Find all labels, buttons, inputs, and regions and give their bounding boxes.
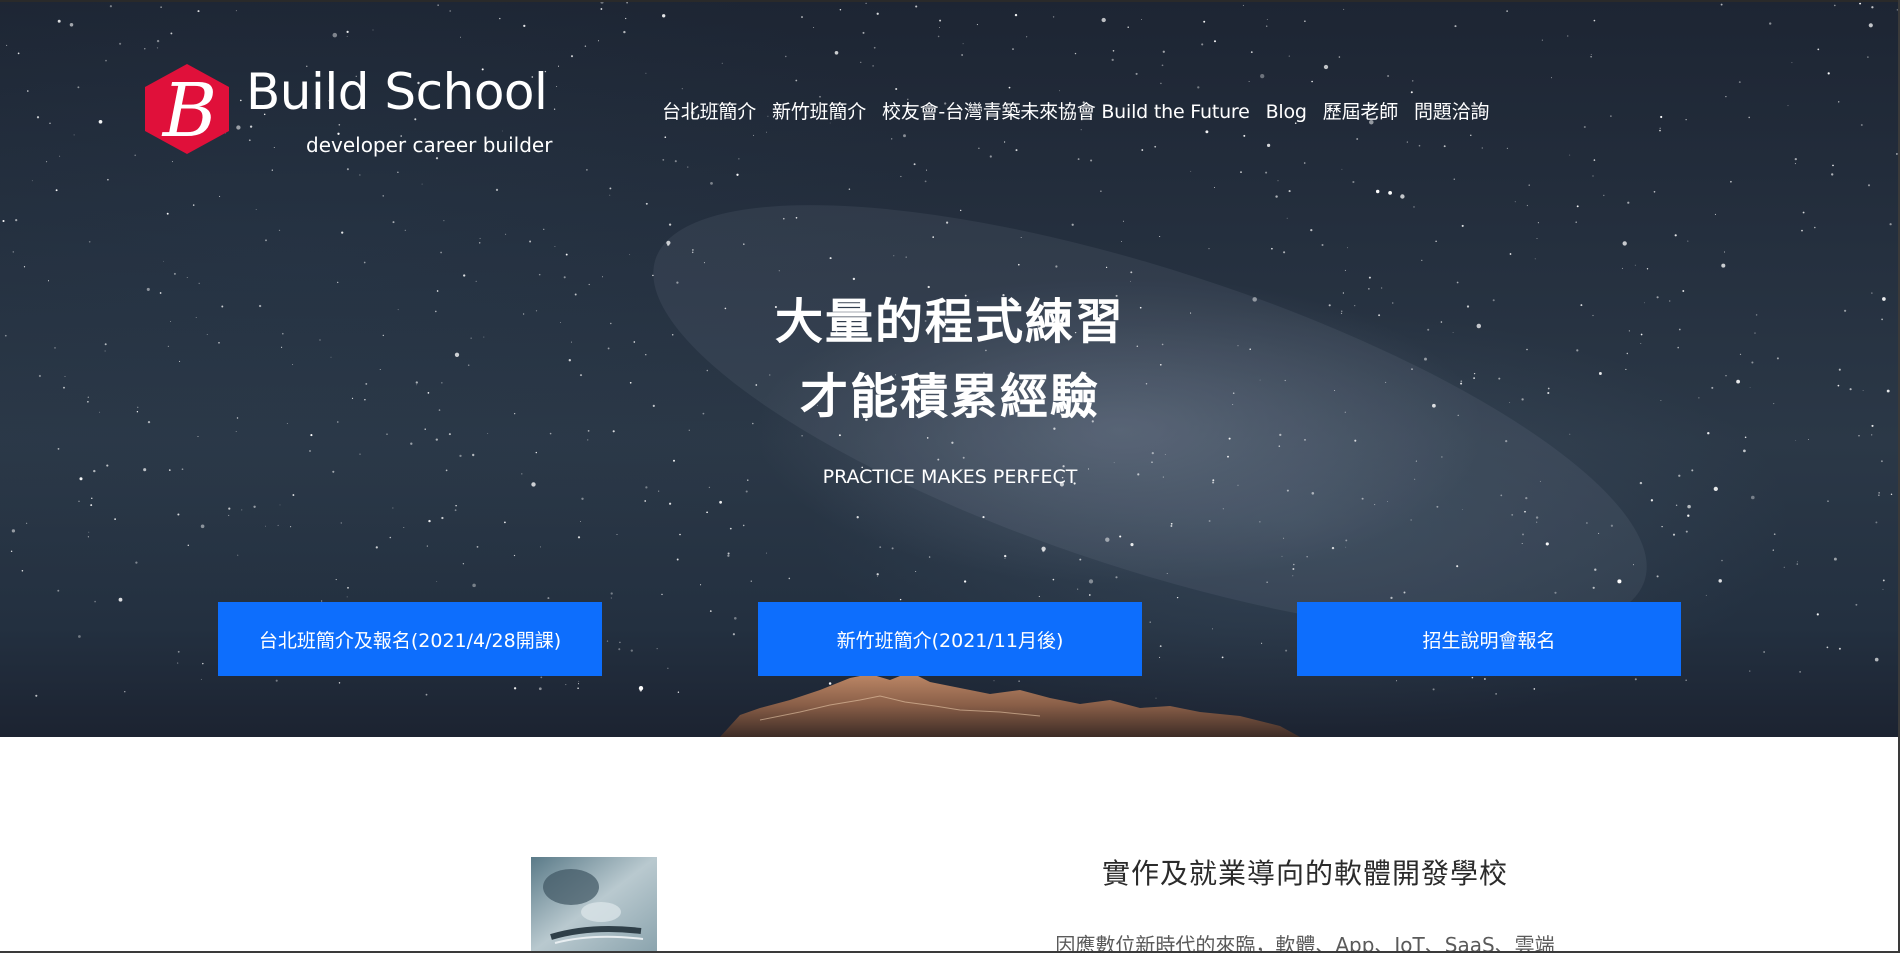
brand-name: Build School: [246, 63, 548, 121]
brand-tagline: developer career builder: [306, 133, 553, 157]
taipei-signup-button[interactable]: 台北班簡介及報名(2021/4/28開課): [218, 602, 602, 676]
intro-section: 實作及就業導向的軟體開發學校 因應數位新時代的來臨，軟體、App、IoT、Saa…: [0, 737, 1900, 953]
nav-inquiry[interactable]: 問題洽詢: [1414, 98, 1489, 126]
logo-letter: B: [161, 68, 217, 154]
brand-logo[interactable]: B Build School developer career builder: [143, 62, 552, 167]
intro-body-text: 因應數位新時代的來臨，軟體、App、IoT、SaaS、雲端: [1055, 933, 1555, 953]
hero-section: B Build School developer career builder …: [0, 0, 1900, 737]
nav-past-teachers[interactable]: 歷屆老師: [1323, 98, 1398, 126]
hsinchu-info-button[interactable]: 新竹班簡介(2021/11月後): [758, 602, 1142, 676]
page: B Build School developer career builder …: [0, 0, 1900, 953]
hero-headline-line-1: 大量的程式練習: [774, 294, 1125, 350]
nav-blog[interactable]: Blog: [1266, 98, 1307, 126]
nav-hsinchu-class[interactable]: 新竹班簡介: [772, 98, 866, 126]
main-nav: 台北班簡介 新竹班簡介 校友會-台灣青築未來協會 Build the Futur…: [662, 98, 1489, 126]
window-top-border: [0, 0, 1900, 2]
nav-alumni-association[interactable]: 校友會-台灣青築未來協會 Build the Future: [882, 98, 1250, 126]
logo-hexagon-icon: B: [145, 64, 229, 154]
intro-thumbnail-image: [531, 857, 657, 953]
hero-subheadline: PRACTICE MAKES PERFECT: [822, 466, 1078, 488]
intro-title: 實作及就業導向的軟體開發學校: [1101, 857, 1508, 890]
hero-headline: 大量的程式練習 才能積累經驗 PRACTICE MAKES PERFECT: [0, 285, 1900, 491]
info-session-signup-button[interactable]: 招生說明會報名: [1297, 602, 1681, 676]
nav-taipei-class[interactable]: 台北班簡介: [662, 98, 756, 126]
hero-headline-line-2: 才能積累經驗: [799, 369, 1100, 425]
